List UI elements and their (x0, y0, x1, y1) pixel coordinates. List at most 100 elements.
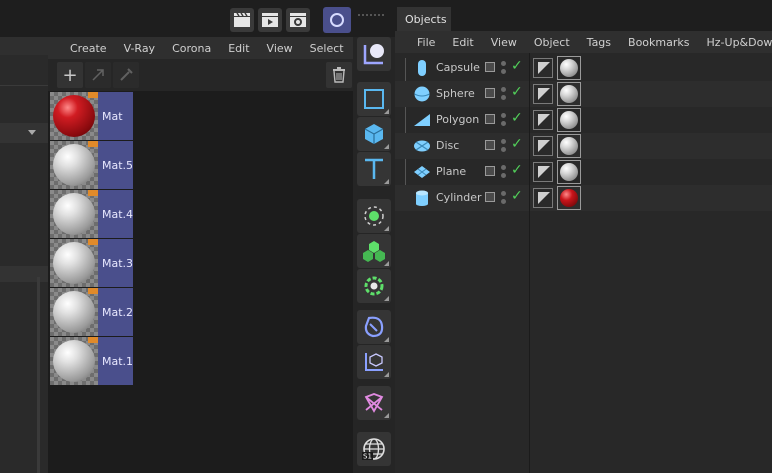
material-tag[interactable] (557, 186, 581, 210)
uvw-tag-icon[interactable] (533, 136, 553, 156)
material-name: Mat.4 (98, 190, 133, 238)
menu-create[interactable]: Create (61, 42, 115, 55)
enabled-check-icon[interactable]: ✓ (511, 162, 523, 178)
left-panel-dropdown[interactable] (0, 123, 48, 143)
trash-icon[interactable] (326, 62, 352, 88)
add-material-button[interactable]: + (57, 62, 83, 88)
material-grid: Mat Mat.5 Mat.4 Mat.3 Mat.2 Mat.1 (48, 91, 353, 473)
left-panel-row[interactable] (0, 266, 48, 282)
menu-edit[interactable]: Edit (219, 42, 257, 55)
material-item[interactable]: Mat.1 (50, 337, 133, 385)
coordinate-system-icon[interactable] (357, 37, 391, 71)
layer-toggle[interactable] (485, 192, 495, 202)
tab-objects[interactable]: Objects (397, 7, 451, 31)
object-row[interactable]: Cylinder ✓ (395, 185, 772, 211)
menu-hz-up-down[interactable]: Hz-Up&Down (698, 36, 772, 49)
material-thumbnail (50, 337, 98, 385)
svg-text:S1: S1 (363, 453, 372, 461)
object-row[interactable]: Polygon ✓ (395, 107, 772, 133)
material-item[interactable]: Mat.4 (50, 190, 133, 238)
material-thumbnail (50, 239, 98, 287)
material-tag[interactable] (557, 134, 581, 158)
rectangle-spline-icon[interactable] (357, 82, 391, 116)
menu-vray[interactable]: V-Ray (115, 42, 164, 55)
cloner-icon[interactable] (357, 234, 391, 268)
globe-icon[interactable]: S1 (357, 432, 391, 466)
sphere-icon (414, 86, 430, 102)
menu-bookmarks[interactable]: Bookmarks (619, 36, 697, 49)
cylinder-icon (416, 190, 428, 206)
menu-select[interactable]: Select (301, 42, 352, 55)
material-item[interactable]: Mat.2 (50, 288, 133, 336)
layer-toggle[interactable] (485, 140, 495, 150)
menu-edit[interactable]: Edit (443, 36, 481, 49)
clapperboard-play-icon[interactable] (258, 8, 282, 32)
visibility-dots[interactable] (501, 165, 506, 179)
clapperboard-icon[interactable] (230, 8, 254, 32)
object-tabbar: Objects (395, 7, 772, 31)
uvw-tag-icon[interactable] (533, 58, 553, 78)
material-tag[interactable] (557, 56, 581, 80)
layer-toggle[interactable] (485, 62, 495, 72)
visibility-dots[interactable] (501, 191, 506, 205)
material-tag[interactable] (557, 160, 581, 184)
visibility-dots[interactable] (501, 87, 506, 101)
column-divider[interactable] (529, 53, 530, 473)
field-icon[interactable] (357, 386, 391, 420)
uvw-tag-icon[interactable] (533, 110, 553, 130)
object-row[interactable]: Disc ✓ (395, 133, 772, 159)
uvw-tag-icon[interactable] (533, 162, 553, 182)
object-name: Sphere (436, 87, 475, 100)
material-item[interactable]: Mat.3 (50, 239, 133, 287)
enabled-check-icon[interactable]: ✓ (511, 136, 523, 152)
clapperboard-gear-icon[interactable] (286, 8, 310, 32)
point-snap-icon[interactable] (357, 199, 391, 233)
material-tag[interactable] (557, 108, 581, 132)
material-tag[interactable] (557, 82, 581, 106)
grip-handle[interactable] (358, 8, 388, 16)
enabled-check-icon[interactable]: ✓ (511, 84, 523, 100)
visibility-dots[interactable] (501, 113, 506, 127)
left-side-panel (0, 37, 48, 473)
visibility-dots[interactable] (501, 139, 506, 153)
object-row[interactable]: Sphere ✓ (395, 81, 772, 107)
object-row[interactable]: Capsule ✓ (395, 55, 772, 81)
material-toolbar: + (48, 59, 353, 91)
material-name: Mat (98, 92, 133, 140)
enabled-check-icon[interactable]: ✓ (511, 58, 523, 74)
text-spline-icon[interactable] (357, 152, 391, 186)
layer-toggle[interactable] (485, 114, 495, 124)
material-thumbnail (50, 190, 98, 238)
top-toolbar (0, 0, 395, 37)
scrollbar[interactable] (37, 277, 40, 473)
divider (0, 85, 48, 86)
enabled-check-icon[interactable]: ✓ (511, 110, 523, 126)
enabled-check-icon[interactable]: ✓ (511, 188, 523, 204)
material-item[interactable]: Mat (50, 92, 133, 140)
menu-view[interactable]: View (482, 36, 525, 49)
material-menubar: Create V-Ray Corona Edit View Select > (48, 37, 370, 59)
menu-tags[interactable]: Tags (578, 36, 619, 49)
eyedropper-icon[interactable] (113, 62, 139, 88)
material-name: Mat.2 (98, 288, 133, 336)
material-item[interactable]: Mat.5 (50, 141, 133, 189)
uvw-tag-icon[interactable] (533, 84, 553, 104)
layer-toggle[interactable] (485, 166, 495, 176)
uvw-tag-icon[interactable] (533, 188, 553, 208)
layer-toggle[interactable] (485, 88, 495, 98)
menu-corona[interactable]: Corona (163, 42, 219, 55)
menu-view[interactable]: View (258, 42, 301, 55)
material-name: Mat.5 (98, 141, 133, 189)
axis-icon[interactable] (357, 345, 391, 379)
generator-icon[interactable] (357, 269, 391, 303)
visibility-dots[interactable] (501, 61, 506, 75)
deformer-icon[interactable] (357, 310, 391, 344)
cube-icon[interactable] (357, 117, 391, 151)
menu-file[interactable]: File (408, 36, 443, 49)
circle-ring-icon[interactable] (323, 7, 351, 33)
menu-object[interactable]: Object (525, 36, 578, 49)
arrow-up-right-icon[interactable] (85, 62, 111, 88)
object-row[interactable]: Plane ✓ (395, 159, 772, 185)
material-thumbnail (50, 92, 98, 140)
object-menubar: File Edit View Object Tags Bookmarks Hz-… (395, 31, 772, 53)
